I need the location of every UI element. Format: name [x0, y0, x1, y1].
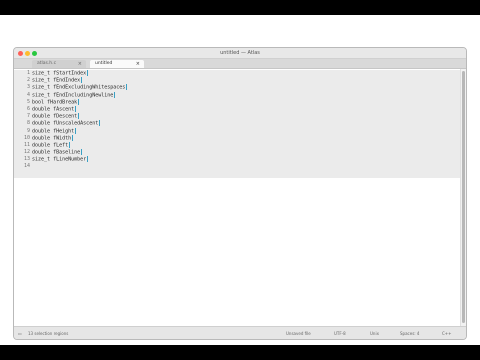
- line-endings-selector[interactable]: Unix: [370, 327, 379, 339]
- text-caret: [99, 120, 101, 127]
- line-number: 3: [26, 84, 30, 91]
- code-line[interactable]: size_t fLineNumber: [32, 156, 127, 163]
- code-line-text: double fAscent: [32, 106, 75, 113]
- vertical-scrollbar[interactable]: [460, 69, 466, 326]
- line-number: 7: [26, 113, 30, 120]
- tab-label: untitled: [95, 61, 113, 66]
- encoding-selector[interactable]: UTF-8: [334, 327, 346, 339]
- selection-status: 13 selection regions: [28, 331, 69, 336]
- text-caret: [69, 141, 71, 148]
- text-caret: [78, 98, 80, 105]
- code-line-text: size_t fEndIndex: [32, 77, 81, 84]
- code-line[interactable]: double fLeft: [32, 141, 127, 149]
- text-caret: [114, 91, 116, 98]
- code-line[interactable]: size_t fEndIndex: [32, 77, 127, 84]
- text-caret: [75, 127, 77, 134]
- code-line[interactable]: size_t fEndExcludingWhitespaces: [32, 84, 128, 91]
- line-number: 11: [23, 141, 30, 148]
- line-number: 8: [26, 120, 30, 127]
- code-line[interactable]: [32, 163, 127, 170]
- code-line[interactable]: double fUnscaledAscent: [32, 120, 127, 127]
- close-tab-icon[interactable]: ×: [136, 60, 140, 68]
- code-line[interactable]: size_t fStartIndex: [32, 70, 127, 77]
- tab-bar: atlas.h.c × untitled ×: [14, 59, 466, 69]
- unsaved-status: Unsaved file: [286, 331, 311, 336]
- code-line-text: size_t fLineNumber: [32, 156, 87, 163]
- code-line-text: size_t fEndIncludingNewline: [32, 92, 114, 99]
- text-caret: [126, 84, 128, 91]
- line-number: 1: [26, 70, 30, 76]
- code-line-text: double fDescent: [32, 113, 78, 120]
- line-number: 14: [23, 163, 30, 170]
- line-number: 2: [26, 77, 30, 84]
- window-title: untitled — Atlas: [220, 50, 260, 56]
- code-line-text: size_t fEndExcludingWhitespaces: [32, 84, 126, 91]
- code-area[interactable]: size_t fStartIndex size_t fEndIndex size_t…: [32, 70, 128, 171]
- text-caret: [87, 156, 89, 163]
- line-number: 9: [26, 127, 30, 134]
- title-bar: untitled — Atlas: [14, 48, 466, 59]
- desktop-background: untitled — Atlas atlas.h.c × untitled × …: [0, 15, 480, 345]
- code-line-text: double fBaseline: [32, 149, 81, 156]
- code-line-text: double fUnscaledAscent: [32, 120, 99, 127]
- text-caret: [81, 149, 83, 156]
- line-number: 10: [23, 134, 30, 141]
- tab-inactive[interactable]: atlas.h.c ×: [32, 60, 86, 68]
- code-line-text: size_t fStartIndex: [32, 70, 87, 77]
- line-number: 6: [26, 105, 30, 112]
- text-editor[interactable]: 1 2 3 4 5 6 7 8 9 10 11 12 13 14 size_t fStartIndex si…: [14, 69, 460, 326]
- code-line-text: double fWidth: [32, 135, 72, 142]
- code-line-text: double fHeight: [32, 128, 75, 134]
- line-number: 4: [26, 91, 30, 98]
- text-caret: [72, 134, 74, 141]
- line-number: 12: [23, 149, 30, 156]
- syntax-selector[interactable]: C++: [442, 327, 452, 339]
- line-number: 13: [23, 156, 30, 163]
- indentation-selector[interactable]: Spaces: 4: [400, 327, 419, 339]
- code-line[interactable]: double fWidth: [32, 134, 127, 142]
- code-line[interactable]: double fAscent: [32, 105, 127, 113]
- code-line[interactable]: double fDescent: [32, 113, 127, 120]
- tab-label: atlas.h.c: [37, 61, 57, 66]
- panel-toggle-icon[interactable]: ▭: [18, 327, 22, 339]
- code-line[interactable]: bool fHardBreak: [32, 98, 127, 106]
- editor-window: untitled — Atlas atlas.h.c × untitled × …: [13, 47, 467, 340]
- text-caret: [75, 105, 77, 112]
- code-line[interactable]: size_t fEndIncludingNewline: [32, 91, 127, 99]
- line-number: 5: [26, 98, 30, 105]
- text-caret: [78, 113, 80, 120]
- status-bar: ▭ 13 selection regions Unsaved file UTF-…: [14, 326, 466, 339]
- code-line-text: double fLeft: [32, 142, 69, 149]
- tab-active[interactable]: untitled ×: [90, 60, 144, 68]
- code-line-text: bool fHardBreak: [32, 99, 78, 106]
- close-tab-icon[interactable]: ×: [78, 60, 82, 68]
- scrollbar-thumb[interactable]: [462, 71, 465, 323]
- text-caret: [87, 70, 89, 76]
- code-line[interactable]: double fHeight: [32, 127, 127, 135]
- line-number-gutter: 1 2 3 4 5 6 7 8 9 10 11 12 13 14: [14, 70, 30, 171]
- code-line[interactable]: double fBaseline: [32, 149, 127, 156]
- text-caret: [81, 77, 83, 84]
